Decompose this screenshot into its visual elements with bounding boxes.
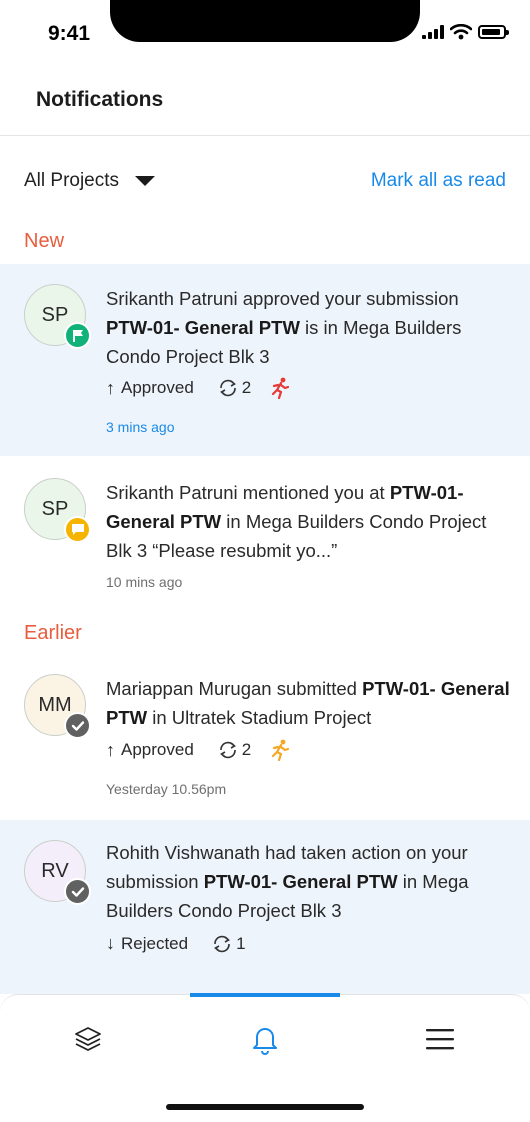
caret-down-icon xyxy=(135,176,156,186)
arrow-up-icon: ↑ xyxy=(106,377,115,398)
notification-text: Srikanth Patruni mentioned you at PTW-01… xyxy=(106,478,510,565)
chat-icon xyxy=(64,516,91,543)
notification-time: Yesterday 10.56pm xyxy=(106,781,227,797)
home-indicator[interactable] xyxy=(166,1104,364,1110)
project-filter-dropdown[interactable]: All Projects xyxy=(24,170,156,192)
status-label: Approved xyxy=(121,378,194,397)
notification-item[interactable]: SP Srikanth Patruni mentioned you at PTW… xyxy=(0,456,530,616)
avatar: SP xyxy=(24,284,91,349)
page-title: Notifications xyxy=(36,88,164,111)
sync-icon xyxy=(214,935,230,952)
signal-icon xyxy=(422,25,444,39)
avatar: SP xyxy=(24,478,91,543)
notification-text: Rohith Vishwanath had taken action on yo… xyxy=(106,838,510,925)
notification-time: 3 mins ago xyxy=(106,419,175,435)
cycle-count: 1 xyxy=(212,933,246,954)
device-notch xyxy=(110,0,420,42)
header: Notifications xyxy=(0,64,530,136)
check-icon xyxy=(64,712,91,739)
project-filter-label: All Projects xyxy=(24,170,120,191)
bottom-nav xyxy=(0,993,530,1122)
check-icon xyxy=(64,878,91,905)
notification-text-pre: Srikanth Patruni mentioned you at xyxy=(106,482,390,503)
notification-time: 10 mins ago xyxy=(106,574,183,590)
filter-row: All Projects Mark all as read xyxy=(0,158,530,206)
section-label-earlier: Earlier xyxy=(24,622,82,644)
notification-item[interactable]: MM Mariappan Murugan submitted PTW-01- G… xyxy=(0,656,530,816)
arrow-down-icon: ↓ xyxy=(106,933,115,953)
cycle-count-value: 1 xyxy=(236,933,246,953)
sync-icon xyxy=(219,741,236,759)
bell-icon[interactable] xyxy=(245,1019,285,1059)
sync-icon xyxy=(219,379,236,397)
arrow-up-icon: ↑ xyxy=(106,739,115,760)
section-label-new: New xyxy=(24,230,65,252)
mark-all-read-link[interactable]: Mark all as read xyxy=(371,170,506,192)
cycle-count: 2 xyxy=(218,740,251,760)
menu-icon[interactable] xyxy=(420,1019,460,1059)
status-time: 9:41 xyxy=(48,22,91,45)
avatar-initials: MM xyxy=(38,693,72,716)
status-label: Approved xyxy=(121,740,194,759)
layers-icon[interactable] xyxy=(68,1019,108,1059)
notification-text: Mariappan Murugan submitted PTW-01- Gene… xyxy=(106,674,510,732)
avatar: RV xyxy=(24,840,91,905)
notification-text-post: in Ultratek Stadium Project xyxy=(147,707,372,728)
status-icons xyxy=(422,24,509,40)
notification-meta: ↓ Rejected 1 xyxy=(106,933,246,954)
battery-icon xyxy=(478,25,509,39)
avatar-initials: RV xyxy=(41,859,69,882)
notification-text: Srikanth Patruni approved your submissio… xyxy=(106,284,510,371)
running-person-icon xyxy=(269,739,291,761)
status-bar: 9:41 xyxy=(0,0,530,64)
wifi-icon xyxy=(450,24,472,40)
notification-meta: ↑ Approved 2 xyxy=(106,739,291,761)
avatar-initials: SP xyxy=(41,303,69,326)
active-tab-indicator xyxy=(190,993,340,997)
notification-item[interactable]: RV Rohith Vishwanath had taken action on… xyxy=(0,820,530,994)
avatar-initials: SP xyxy=(41,497,69,520)
avatar: MM xyxy=(24,674,91,739)
notification-meta: ↑ Approved 2 xyxy=(106,377,291,399)
status-label: Rejected xyxy=(121,933,189,953)
running-person-icon xyxy=(269,377,291,399)
notification-text-pre: Mariappan Murugan submitted xyxy=(106,678,363,699)
notification-text-bold: PTW-01- General PTW xyxy=(106,317,300,338)
flag-icon xyxy=(64,322,91,349)
cycle-count-value: 2 xyxy=(241,378,252,397)
notification-item[interactable]: SP Srikanth Patruni approved your submis… xyxy=(0,264,530,456)
notification-text-pre: Srikanth Patruni approved your submissio… xyxy=(106,288,459,309)
cycle-count-value: 2 xyxy=(241,740,252,759)
cycle-count: 2 xyxy=(218,378,251,398)
notification-text-bold: PTW-01- General PTW xyxy=(203,871,398,892)
